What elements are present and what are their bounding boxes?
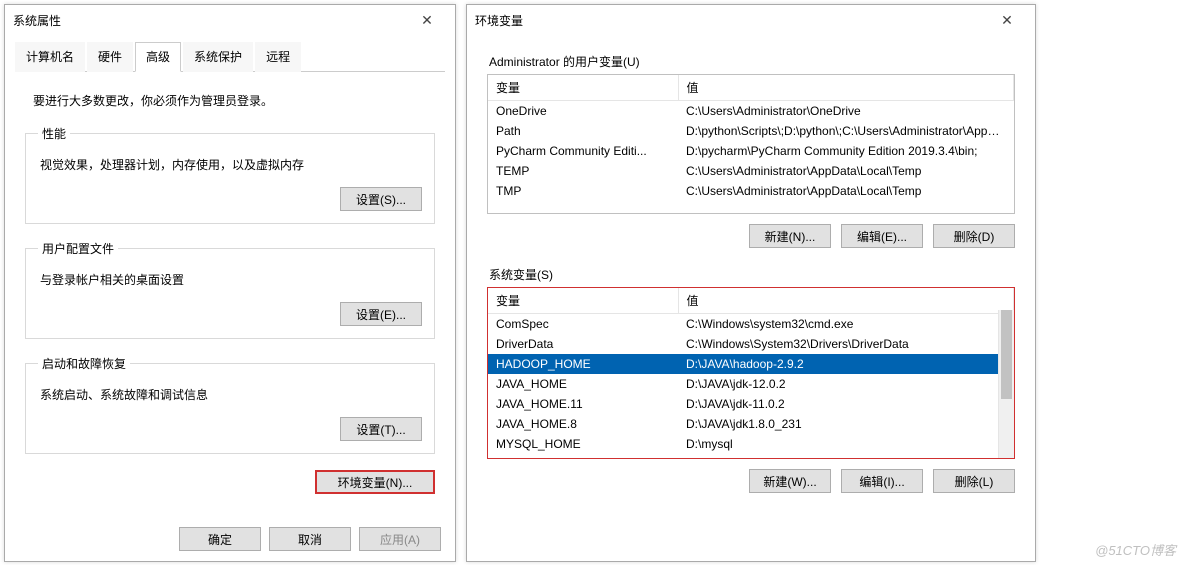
var-value-cell: D:\python\Scripts\;D:\python\;C:\Users\A…: [678, 121, 1014, 141]
system-vars-table-wrap: 变量 值 ComSpecC:\Windows\system32\cmd.exeD…: [487, 287, 1015, 459]
user-vars-label: Administrator 的用户变量(U): [489, 53, 1015, 70]
system-edit-button[interactable]: 编辑(I)...: [841, 469, 923, 493]
user-vars-table[interactable]: 变量 值 OneDriveC:\Users\Administrator\OneD…: [488, 75, 1014, 201]
dialog-buttons: 确定 取消 应用(A): [179, 527, 441, 551]
startup-group: 启动和故障恢复 系统启动、系统故障和调试信息 设置(T)...: [25, 355, 435, 454]
var-value-cell: D:\JAVA\jdk1.8.0_231: [678, 414, 1014, 434]
var-name-cell: ComSpec: [488, 314, 678, 335]
user-edit-button[interactable]: 编辑(E)...: [841, 224, 923, 248]
col-variable[interactable]: 变量: [488, 75, 678, 101]
table-row[interactable]: PathD:\python\Scripts\;D:\python\;C:\Use…: [488, 121, 1014, 141]
var-value-cell: C:\Windows\System32\Drivers\DriverData: [678, 334, 1014, 354]
admin-note: 要进行大多数更改，你必须作为管理员登录。: [33, 92, 435, 109]
profiles-legend: 用户配置文件: [38, 240, 118, 257]
var-name-cell: HADOOP_HOME: [488, 354, 678, 374]
var-name-cell: JAVA_HOME.11: [488, 394, 678, 414]
table-row[interactable]: TMPC:\Users\Administrator\AppData\Local\…: [488, 181, 1014, 201]
tab-hardware[interactable]: 硬件: [87, 42, 133, 72]
table-row[interactable]: DriverDataC:\Windows\System32\Drivers\Dr…: [488, 334, 1014, 354]
user-vars-table-wrap: 变量 值 OneDriveC:\Users\Administrator\OneD…: [487, 74, 1015, 214]
table-row[interactable]: MYSQL_HOMED:\mysql: [488, 434, 1014, 454]
tabs: 计算机名 硬件 高级 系统保护 远程: [15, 41, 445, 72]
startup-settings-button[interactable]: 设置(T)...: [340, 417, 422, 441]
performance-settings-button[interactable]: 设置(S)...: [340, 187, 422, 211]
user-vars-buttons: 新建(N)... 编辑(E)... 删除(D): [487, 224, 1015, 248]
tab-computer-name[interactable]: 计算机名: [15, 42, 85, 72]
dialog-title: 系统属性: [13, 12, 61, 29]
user-new-button[interactable]: 新建(N)...: [749, 224, 831, 248]
table-row[interactable]: ComSpecC:\Windows\system32\cmd.exe: [488, 314, 1014, 335]
tab-body: 要进行大多数更改，你必须作为管理员登录。 性能 视觉效果，处理器计划，内存使用，…: [5, 72, 455, 504]
var-value-cell: D:\JAVA\jdk-11.0.2: [678, 394, 1014, 414]
var-value-cell: D:\mysql: [678, 434, 1014, 454]
startup-legend: 启动和故障恢复: [38, 355, 130, 372]
var-name-cell: TEMP: [488, 161, 678, 181]
close-icon[interactable]: ✕: [987, 12, 1027, 29]
var-name-cell: MYSQL_HOME: [488, 434, 678, 454]
var-value-cell: C:\Users\Administrator\AppData\Local\Tem…: [678, 181, 1014, 201]
env-body: Administrator 的用户变量(U) 变量 值 OneDriveC:\U…: [467, 35, 1035, 509]
system-new-button[interactable]: 新建(W)...: [749, 469, 831, 493]
apply-button[interactable]: 应用(A): [359, 527, 441, 551]
table-row[interactable]: HADOOP_HOMED:\JAVA\hadoop-2.9.2: [488, 354, 1014, 374]
scroll-thumb[interactable]: [1001, 310, 1012, 399]
profiles-settings-button[interactable]: 设置(E)...: [340, 302, 422, 326]
scrollbar[interactable]: [998, 310, 1014, 458]
system-vars-buttons: 新建(W)... 编辑(I)... 删除(L): [487, 469, 1015, 493]
performance-group: 性能 视觉效果，处理器计划，内存使用，以及虚拟内存 设置(S)...: [25, 125, 435, 224]
environment-variables-dialog: 环境变量 ✕ Administrator 的用户变量(U) 变量 值 OneDr…: [466, 4, 1036, 562]
var-name-cell: OneDrive: [488, 101, 678, 122]
table-row[interactable]: JAVA_HOMED:\JAVA\jdk-12.0.2: [488, 374, 1014, 394]
startup-desc: 系统启动、系统故障和调试信息: [40, 386, 422, 403]
system-vars-label: 系统变量(S): [489, 266, 1015, 283]
titlebar: 系统属性 ✕: [5, 5, 455, 35]
dialog-title: 环境变量: [475, 12, 523, 29]
close-icon[interactable]: ✕: [407, 12, 447, 29]
var-value-cell: D:\pycharm\PyCharm Community Edition 201…: [678, 141, 1014, 161]
var-name-cell: TMP: [488, 181, 678, 201]
var-value-cell: C:\Users\Administrator\AppData\Local\Tem…: [678, 161, 1014, 181]
var-name-cell: PyCharm Community Editi...: [488, 141, 678, 161]
var-value-cell: C:\Users\Administrator\OneDrive: [678, 101, 1014, 122]
var-value-cell: D:\JAVA\jdk-12.0.2: [678, 374, 1014, 394]
tab-advanced[interactable]: 高级: [135, 42, 181, 72]
table-row[interactable]: TEMPC:\Users\Administrator\AppData\Local…: [488, 161, 1014, 181]
var-name-cell: JAVA_HOME: [488, 374, 678, 394]
table-row[interactable]: JAVA_HOME.8D:\JAVA\jdk1.8.0_231: [488, 414, 1014, 434]
system-vars-table[interactable]: 变量 值 ComSpecC:\Windows\system32\cmd.exeD…: [488, 288, 1014, 454]
var-name-cell: JAVA_HOME.8: [488, 414, 678, 434]
watermark: @51CTO博客: [1095, 540, 1176, 559]
tab-system-protection[interactable]: 系统保护: [183, 42, 253, 72]
var-value-cell: D:\JAVA\hadoop-2.9.2: [678, 354, 1014, 374]
titlebar: 环境变量 ✕: [467, 5, 1035, 35]
col-value[interactable]: 值: [678, 75, 1014, 101]
user-delete-button[interactable]: 删除(D): [933, 224, 1015, 248]
table-row[interactable]: PyCharm Community Editi...D:\pycharm\PyC…: [488, 141, 1014, 161]
performance-legend: 性能: [38, 125, 70, 142]
profiles-group: 用户配置文件 与登录帐户相关的桌面设置 设置(E)...: [25, 240, 435, 339]
system-properties-dialog: 系统属性 ✕ 计算机名 硬件 高级 系统保护 远程 要进行大多数更改，你必须作为…: [4, 4, 456, 562]
var-name-cell: DriverData: [488, 334, 678, 354]
cancel-button[interactable]: 取消: [269, 527, 351, 551]
table-row[interactable]: OneDriveC:\Users\Administrator\OneDrive: [488, 101, 1014, 122]
var-value-cell: C:\Windows\system32\cmd.exe: [678, 314, 1014, 335]
col-value[interactable]: 值: [678, 288, 1014, 314]
var-name-cell: Path: [488, 121, 678, 141]
profiles-desc: 与登录帐户相关的桌面设置: [40, 271, 422, 288]
ok-button[interactable]: 确定: [179, 527, 261, 551]
tab-remote[interactable]: 远程: [255, 42, 301, 72]
environment-variables-button[interactable]: 环境变量(N)...: [315, 470, 435, 494]
col-variable[interactable]: 变量: [488, 288, 678, 314]
table-row[interactable]: JAVA_HOME.11D:\JAVA\jdk-11.0.2: [488, 394, 1014, 414]
system-delete-button[interactable]: 删除(L): [933, 469, 1015, 493]
performance-desc: 视觉效果，处理器计划，内存使用，以及虚拟内存: [40, 156, 422, 173]
